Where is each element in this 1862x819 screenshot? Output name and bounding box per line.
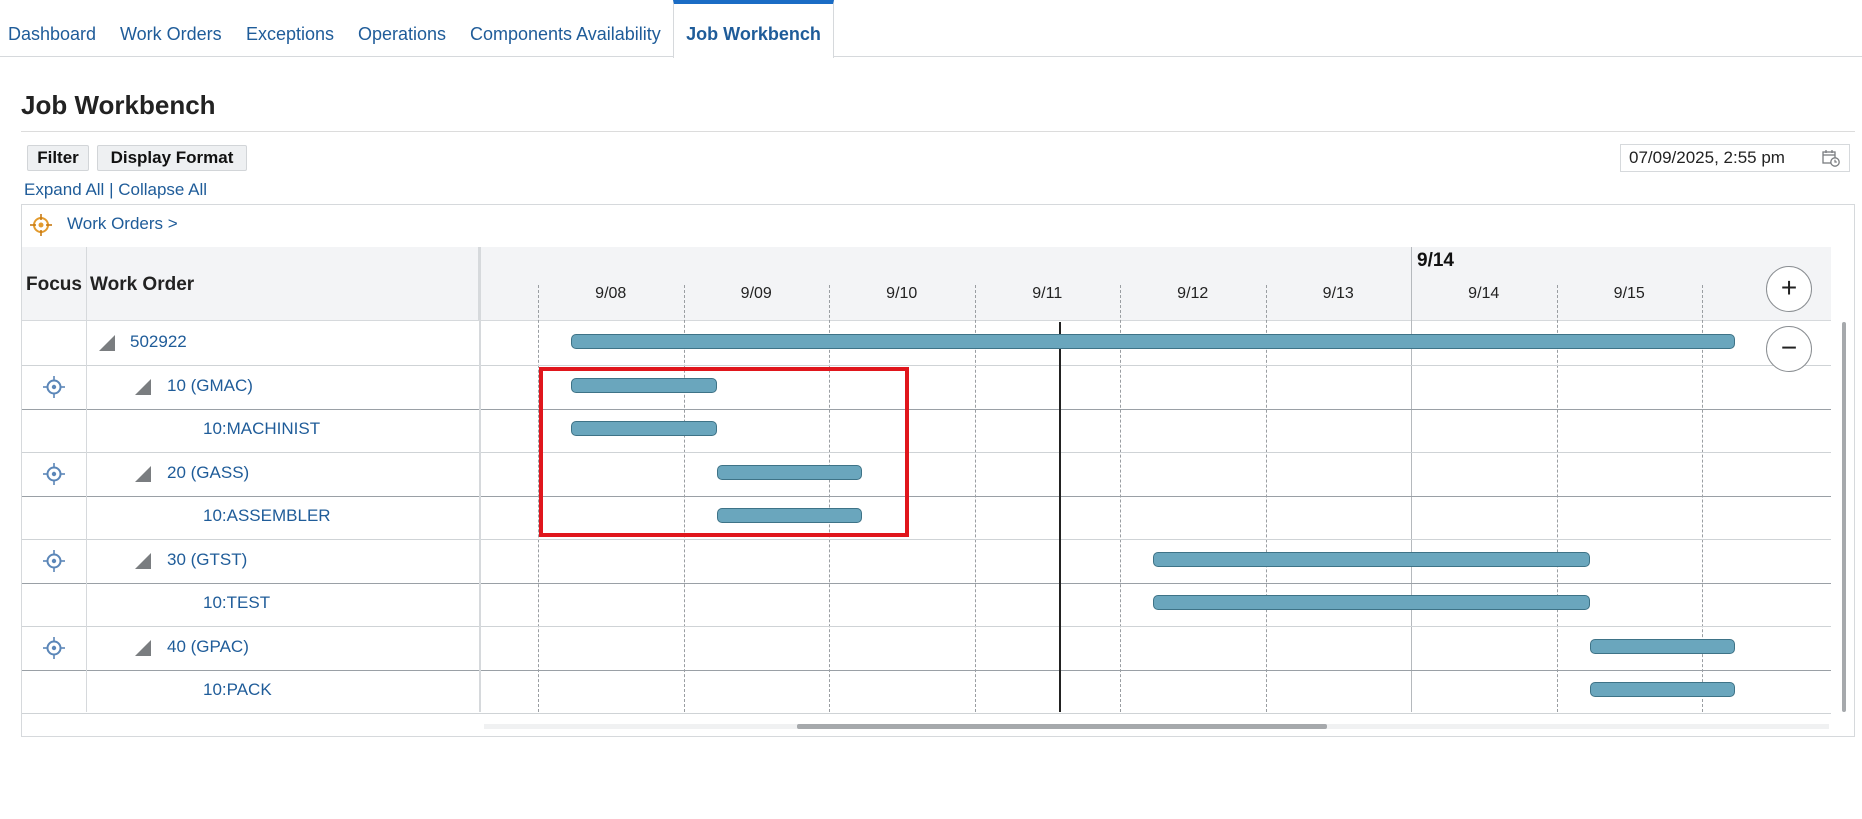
day-label: 9/11 [1032, 285, 1063, 302]
zoom-in-button[interactable]: + [1766, 266, 1812, 312]
expand-triangle-icon[interactable] [99, 335, 115, 351]
page-title: Job Workbench [21, 90, 216, 120]
gantt-bar[interactable] [1153, 552, 1590, 567]
row-separator [22, 409, 1831, 410]
work-order-label[interactable]: 10:MACHINIST [203, 419, 320, 439]
row-separator [22, 583, 1831, 584]
pane-splitter[interactable] [479, 247, 481, 712]
link-separator: | [109, 180, 114, 199]
day-label: 9/14 [1468, 285, 1500, 302]
highlight-box [539, 367, 909, 537]
day-label: 9/10 [886, 285, 918, 302]
horizontal-scrollbar-thumb[interactable] [797, 724, 1327, 729]
gantt-bar[interactable] [571, 334, 1736, 349]
row-separator [22, 626, 1831, 627]
week-label: 9/14 [1417, 250, 1454, 271]
day-gridline [1265, 285, 1267, 712]
display-format-button[interactable]: Display Format [97, 145, 247, 171]
day-label: 9/08 [595, 285, 627, 302]
gantt-bar[interactable] [1589, 682, 1736, 697]
row-separator [22, 713, 1831, 714]
expand-triangle-icon[interactable] [135, 379, 151, 395]
row-separator [22, 496, 1831, 497]
day-gridline [1556, 285, 1558, 712]
column-header-focus: Focus [26, 274, 82, 295]
tab-exceptions[interactable]: Exceptions [246, 0, 334, 57]
expand-triangle-icon[interactable] [135, 553, 151, 569]
crosshair-focus-icon[interactable] [42, 636, 66, 660]
zoom-out-button[interactable]: − [1766, 326, 1812, 372]
gantt-bar[interactable] [1153, 595, 1590, 610]
work-order-label[interactable]: 10 (GMAC) [167, 376, 253, 396]
row-separator [22, 670, 1831, 671]
day-label: 9/15 [1613, 285, 1645, 302]
collapse-all-link[interactable]: Collapse All [118, 180, 207, 199]
row-separator [22, 539, 1831, 540]
current-time-line [1058, 322, 1061, 712]
title-divider [21, 131, 1855, 132]
expand-triangle-icon[interactable] [135, 466, 151, 482]
crosshair-focus-icon[interactable] [42, 462, 66, 486]
day-label: 9/12 [1177, 285, 1209, 302]
day-label: 9/09 [740, 285, 772, 302]
work-order-label[interactable]: 10:ASSEMBLER [203, 506, 331, 526]
expand-all-link[interactable]: Expand All [24, 180, 104, 199]
tab-bar: Dashboard Work Orders Exceptions Operati… [0, 0, 1862, 58]
work-order-label[interactable]: 40 (GPAC) [167, 637, 249, 657]
work-order-label[interactable]: 20 (GASS) [167, 463, 249, 483]
date-time-input[interactable]: 07/09/2025, 2:55 pm [1620, 144, 1850, 172]
column-divider [86, 247, 87, 712]
work-order-label[interactable]: 10:TEST [203, 593, 270, 613]
expand-triangle-icon[interactable] [135, 640, 151, 656]
gantt-bar[interactable] [1589, 639, 1736, 654]
tab-job-workbench[interactable]: Job Workbench [673, 0, 834, 58]
target-icon [30, 214, 52, 236]
column-header-work-order: Work Order [90, 274, 195, 295]
row-separator [22, 365, 1831, 366]
tab-work-orders[interactable]: Work Orders [120, 0, 222, 57]
vertical-scrollbar-thumb[interactable] [1842, 322, 1846, 712]
work-order-label[interactable]: 10:PACK [203, 680, 272, 700]
tab-dashboard[interactable]: Dashboard [8, 0, 96, 57]
day-label: 9/13 [1322, 285, 1354, 302]
day-gridline [974, 285, 976, 712]
row-separator [22, 452, 1831, 453]
tab-operations[interactable]: Operations [358, 0, 446, 57]
crosshair-focus-icon[interactable] [42, 549, 66, 573]
work-order-label[interactable]: 30 (GTST) [167, 550, 247, 570]
breadcrumb-work-orders[interactable]: Work Orders > [67, 214, 178, 234]
expand-collapse-links: Expand All | Collapse All [24, 180, 207, 200]
crosshair-focus-icon[interactable] [42, 375, 66, 399]
calendar-clock-icon[interactable] [1822, 149, 1840, 167]
day-gridline [1120, 285, 1121, 712]
filter-button[interactable]: Filter [27, 145, 89, 171]
day-gridline [1411, 247, 1412, 712]
tab-components-availability[interactable]: Components Availability [470, 0, 661, 57]
work-order-label[interactable]: 502922 [130, 332, 187, 352]
